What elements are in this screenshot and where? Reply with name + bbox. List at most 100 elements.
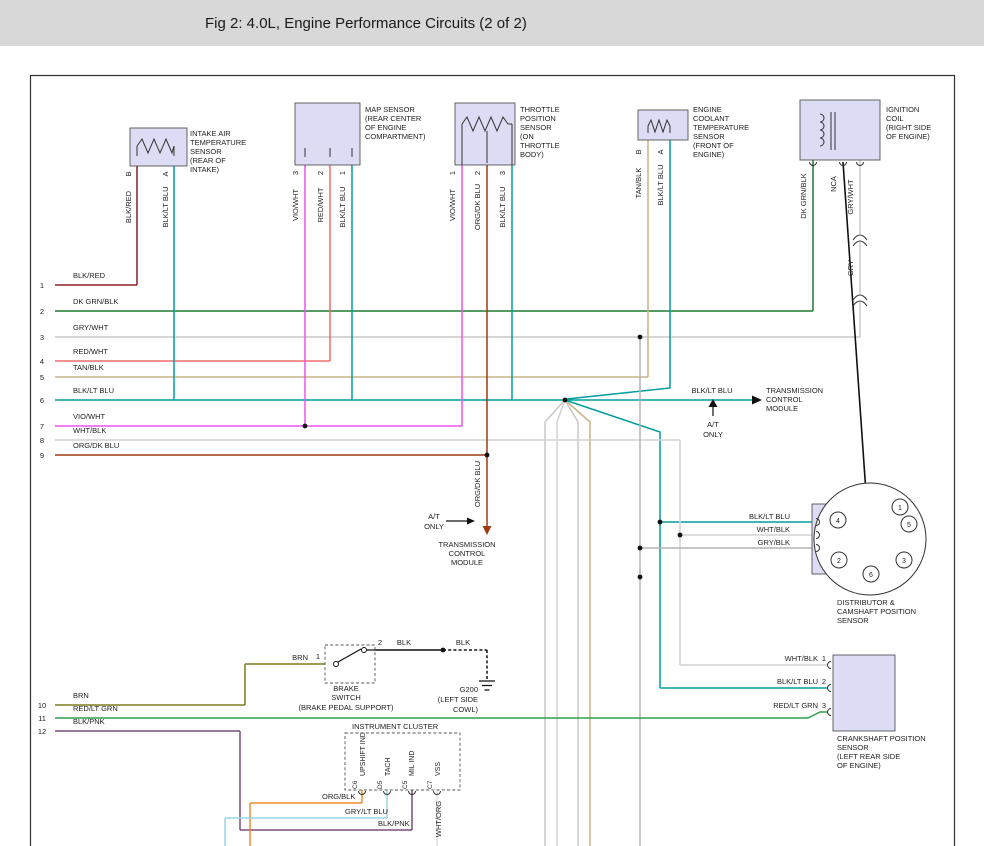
tps-box xyxy=(455,103,515,165)
terminal-number: 6 xyxy=(869,572,873,579)
component-label: MAP SENSOR xyxy=(365,105,415,114)
wire-label: GRY/WHT xyxy=(73,323,109,332)
wire-blk-lt-blu xyxy=(55,140,828,688)
ignition-coil-box xyxy=(800,100,880,160)
component-label: INTAKE AIR xyxy=(190,129,231,138)
row-number: 4 xyxy=(40,357,44,366)
wire-label: BLK/LT BLU xyxy=(656,165,665,206)
row-number: 11 xyxy=(38,714,46,723)
wire-label: RED/WHT xyxy=(316,187,325,222)
component-label: TRANSMISSION xyxy=(438,540,495,549)
component-label: CAMSHAFT POSITION xyxy=(837,607,916,616)
wire-label: ORG/DK BLU xyxy=(473,461,482,507)
component-label: COOLANT xyxy=(693,114,730,123)
component-label: THROTTLE xyxy=(520,105,560,114)
wire-label: VIO/WHT xyxy=(73,412,105,421)
component-label: IGNITION xyxy=(886,105,919,114)
component-label: (FRONT OF xyxy=(693,141,734,150)
wire-vio-wht xyxy=(55,165,462,426)
pin-letter: B xyxy=(124,171,133,176)
pin-letter: A xyxy=(656,149,665,154)
wire-blk-ground-dashed xyxy=(443,650,487,679)
engine-coolant-temp-sensor: ENGINE COOLANT TEMPERATURE SENSOR (FRONT… xyxy=(638,105,749,159)
component-label: COMPARTMENT) xyxy=(365,132,426,141)
note-label: ONLY xyxy=(424,522,444,531)
wire-gry-wht xyxy=(55,160,860,846)
component-label: ENGINE xyxy=(693,105,722,114)
wire-label: RED/WHT xyxy=(73,347,108,356)
pin-connector-arcs xyxy=(828,662,831,716)
wire-label: BLK/LT BLU xyxy=(749,512,790,521)
wire-label: BLK/LT BLU xyxy=(73,386,114,395)
wire-label: DK GRN/BLK xyxy=(799,173,808,218)
pin-number: 2 xyxy=(473,171,482,175)
pin-number: 3 xyxy=(291,171,300,175)
wire-label: BRN xyxy=(292,653,308,662)
row-number: 1 xyxy=(40,281,44,290)
ground-symbol xyxy=(479,681,495,690)
pin-letter: B xyxy=(634,149,643,154)
pin-label: C7 xyxy=(427,780,434,789)
wire-label: WHT/BLK xyxy=(757,525,790,534)
pin-letter: A xyxy=(161,171,170,176)
component-label: SWITCH xyxy=(331,693,361,702)
wire-label: BLK xyxy=(397,638,411,647)
row-number: 6 xyxy=(40,396,44,405)
component-label: BRAKE xyxy=(333,684,358,693)
component-label: BODY) xyxy=(520,150,544,159)
switch-contact xyxy=(334,662,339,667)
component-label: (RIGHT SIDE xyxy=(886,123,931,132)
wiring-diagram: INTAKE AIR TEMPERATURE SENSOR (REAR OF I… xyxy=(0,0,984,846)
wire-label: GRY xyxy=(846,260,855,276)
pin-number: 1 xyxy=(316,652,320,661)
row-number: 7 xyxy=(40,422,44,431)
wire-label: BLK/PNK xyxy=(378,819,410,828)
component-label: INSTRUMENT CLUSTER xyxy=(352,722,439,731)
row-number: 5 xyxy=(40,373,44,382)
wire-label: BLK/LT BLU xyxy=(498,187,507,228)
component-label: TEMPERATURE xyxy=(190,138,246,147)
wire-label: DK GRN/BLK xyxy=(73,297,118,306)
gauge-label: MIL IND xyxy=(409,751,416,776)
distributor-camshaft-sensor: 1 5 3 6 2 4 DISTRIBUTOR & CAMSHAFT POSIT… xyxy=(812,483,926,625)
wire-label: BLK/LT BLU xyxy=(777,677,818,686)
component-label: COIL xyxy=(886,114,904,123)
wire-label: BLK/LT BLU xyxy=(161,187,170,228)
pin-number: 1 xyxy=(822,654,826,663)
pin-number: 2 xyxy=(316,171,325,175)
ignition-coil: IGNITION COIL (RIGHT SIDE OF ENGINE) xyxy=(800,100,931,166)
wire-label: BRN xyxy=(73,691,89,700)
intake-air-temp-sensor: INTAKE AIR TEMPERATURE SENSOR (REAR OF I… xyxy=(130,128,246,174)
wire-label: TAN/BLK xyxy=(73,363,104,372)
row-number: 12 xyxy=(38,727,46,736)
wire-label: VIO/WHT xyxy=(291,189,300,221)
tcm-right: BLK/LT BLU TRANSMISSION CONTROL MODULE A… xyxy=(692,386,824,439)
cluster-bottom-wire-labels: ORG/BLK GRY/LT BLU BLK/PNK xyxy=(322,792,410,828)
terminal-number: 1 xyxy=(898,505,902,512)
terminal-number: 4 xyxy=(836,518,840,525)
gauge-label: VSS xyxy=(435,762,442,776)
component-label: OF ENGINE) xyxy=(886,132,930,141)
component-label: THROTTLE xyxy=(520,141,560,150)
terminal-number: 3 xyxy=(902,558,906,565)
wire-blk-red xyxy=(55,166,137,285)
component-label: MODULE xyxy=(451,558,483,567)
component-label: POSITION xyxy=(520,114,556,123)
wire-label: BLK/LT BLU xyxy=(692,386,733,395)
wire-label: BLK/RED xyxy=(124,190,133,223)
wire-label: TAN/BLK xyxy=(634,168,643,199)
terminal-number: 2 xyxy=(837,558,841,565)
intake-air-temp-sensor-box xyxy=(130,128,187,166)
wire-dk-grn-blk xyxy=(55,160,813,311)
terminal-number: 5 xyxy=(907,522,911,529)
row-number: 2 xyxy=(40,307,44,316)
component-label: MODULE xyxy=(766,404,798,413)
switch-blade xyxy=(338,649,375,662)
component-label: ENGINE) xyxy=(693,150,725,159)
pin-connector-arcs xyxy=(359,791,441,795)
switch-contact xyxy=(362,648,367,653)
ground-label: COWL) xyxy=(453,705,479,714)
ect-box xyxy=(638,110,688,140)
circuit-rows: 1 2 3 4 5 6 7 8 9 10 11 12 BLK/RED DK GR… xyxy=(38,271,119,736)
wire-label: BLK/RED xyxy=(73,271,106,280)
